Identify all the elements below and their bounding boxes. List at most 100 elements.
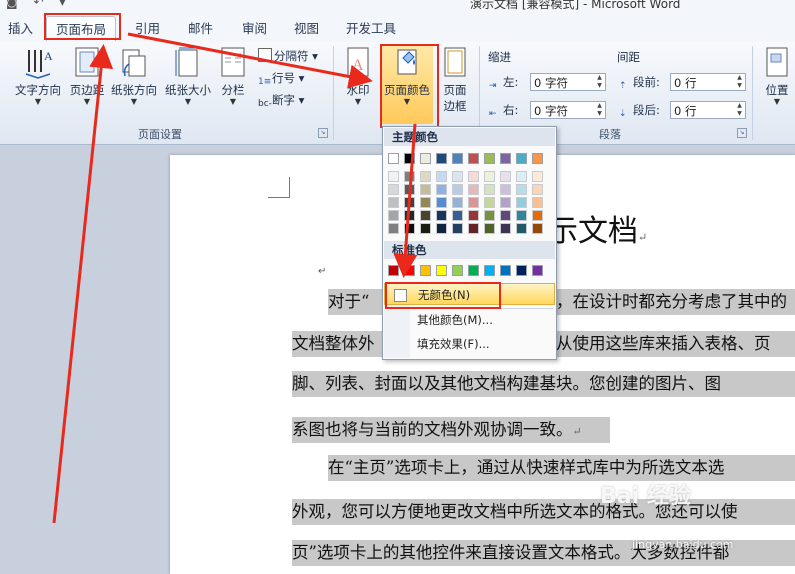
theme-shade-swatch[interactable] xyxy=(468,223,479,234)
theme-shade-swatch[interactable] xyxy=(420,223,431,234)
theme-shade-swatch[interactable] xyxy=(436,171,447,182)
standard-color-swatch[interactable] xyxy=(468,265,479,276)
tab-mailings[interactable]: 邮件 xyxy=(188,18,213,37)
line-numbers-button[interactable]: 1≡行号 ▾ xyxy=(258,70,304,89)
theme-shade-swatch[interactable] xyxy=(420,184,431,195)
theme-shade-swatch[interactable] xyxy=(500,197,511,208)
more-colors-item[interactable]: 其他颜色(M)... xyxy=(384,309,555,331)
theme-shade-swatch[interactable] xyxy=(532,223,543,234)
theme-shade-swatch[interactable] xyxy=(484,223,495,234)
text-direction-button[interactable]: A 文字方向 ▼ xyxy=(12,46,64,106)
spacing-before-input[interactable]: 0 行 ▲ ▼ xyxy=(670,73,746,91)
spin-arrows-icon[interactable]: ▲ ▼ xyxy=(595,102,604,118)
theme-color-swatch[interactable] xyxy=(388,153,399,164)
theme-shade-swatch[interactable] xyxy=(404,197,415,208)
theme-shade-swatch[interactable] xyxy=(404,184,415,195)
fill-effects-item[interactable]: 填充效果(F)... xyxy=(384,333,555,355)
spin-arrows-icon[interactable]: ▲ ▼ xyxy=(735,74,744,90)
theme-shade-swatch[interactable] xyxy=(468,197,479,208)
theme-shade-swatch[interactable] xyxy=(484,171,495,182)
standard-color-swatch[interactable] xyxy=(404,265,415,276)
theme-color-swatch[interactable] xyxy=(436,153,447,164)
theme-shade-swatch[interactable] xyxy=(388,210,399,221)
theme-shade-swatch[interactable] xyxy=(532,210,543,221)
body-line-3[interactable]: 脚、列表、封面以及其他文档构建基块。您创建的图片、图 xyxy=(292,371,795,397)
body-line-4[interactable]: 系图也将与当前的文档外观协调一致。↵ xyxy=(292,417,610,443)
margins-button[interactable]: 页边距 ▼ xyxy=(66,46,108,106)
indent-right-input[interactable]: 0 字符 ▲ ▼ xyxy=(530,101,606,119)
tab-review[interactable]: 审阅 xyxy=(242,18,267,37)
theme-shade-swatch[interactable] xyxy=(388,223,399,234)
page-borders-button[interactable]: 页面 边框 xyxy=(437,46,473,114)
standard-color-swatch[interactable] xyxy=(420,265,431,276)
theme-shade-swatch[interactable] xyxy=(436,184,447,195)
theme-shade-swatch[interactable] xyxy=(404,223,415,234)
theme-color-swatch[interactable] xyxy=(468,153,479,164)
theme-shade-swatch[interactable] xyxy=(500,184,511,195)
body-line-1a[interactable]: 对于“ xyxy=(328,289,383,315)
size-button[interactable]: 纸张大小 ▼ xyxy=(162,46,214,106)
indent-left-input[interactable]: 0 字符 ▲ ▼ xyxy=(530,73,606,91)
breaks-button[interactable]: 分隔符 ▾ xyxy=(258,48,318,64)
theme-shade-swatch[interactable] xyxy=(532,184,543,195)
spin-arrows-icon[interactable]: ▲ ▼ xyxy=(735,102,744,118)
theme-shade-swatch[interactable] xyxy=(452,223,463,234)
theme-shade-swatch[interactable] xyxy=(388,197,399,208)
position-button[interactable]: 位置 ▼ xyxy=(760,46,794,106)
spin-arrows-icon[interactable]: ▲ ▼ xyxy=(595,74,604,90)
standard-color-swatch[interactable] xyxy=(452,265,463,276)
theme-shade-swatch[interactable] xyxy=(500,223,511,234)
theme-shade-swatch[interactable] xyxy=(532,197,543,208)
theme-shade-swatch[interactable] xyxy=(388,171,399,182)
theme-shade-swatch[interactable] xyxy=(516,210,527,221)
standard-color-swatch[interactable] xyxy=(516,265,527,276)
quick-access-toolbar[interactable]: ◙ ↶ ▾ xyxy=(6,0,71,9)
hyphenation-button[interactable]: bc-断字 ▾ xyxy=(258,92,304,111)
theme-shade-swatch[interactable] xyxy=(468,184,479,195)
theme-shade-swatch[interactable] xyxy=(500,210,511,221)
theme-shade-swatch[interactable] xyxy=(516,223,527,234)
body-line-2a[interactable]: 文档整体外 xyxy=(292,331,382,357)
body-line-2b[interactable]: 从使用这些库来插入表格、页 xyxy=(556,331,795,357)
standard-color-swatch[interactable] xyxy=(388,265,399,276)
theme-shade-swatch[interactable] xyxy=(436,210,447,221)
body-line-1b[interactable]: ，在设计时都充分考虑了其中的 xyxy=(556,289,795,315)
theme-shade-swatch[interactable] xyxy=(436,223,447,234)
page-setup-launcher-icon[interactable]: ↘ xyxy=(318,128,328,138)
theme-color-swatch[interactable] xyxy=(500,153,511,164)
theme-color-swatch[interactable] xyxy=(516,153,527,164)
theme-shade-swatch[interactable] xyxy=(452,171,463,182)
watermark-button[interactable]: A 水印 ▼ xyxy=(340,46,376,106)
theme-color-swatch[interactable] xyxy=(452,153,463,164)
theme-shade-swatch[interactable] xyxy=(452,184,463,195)
paragraph-launcher-icon[interactable]: ↘ xyxy=(737,128,747,138)
tab-developer[interactable]: 开发工具 xyxy=(346,18,396,37)
theme-shade-swatch[interactable] xyxy=(452,210,463,221)
theme-color-swatch[interactable] xyxy=(404,153,415,164)
theme-shade-swatch[interactable] xyxy=(516,197,527,208)
theme-shade-swatch[interactable] xyxy=(420,197,431,208)
document-title[interactable]: 示文档↵ xyxy=(548,206,647,250)
theme-shade-swatch[interactable] xyxy=(516,184,527,195)
tab-view[interactable]: 视图 xyxy=(294,18,319,37)
theme-shade-swatch[interactable] xyxy=(484,197,495,208)
theme-shade-swatch[interactable] xyxy=(404,171,415,182)
theme-shade-swatch[interactable] xyxy=(516,171,527,182)
standard-color-swatch[interactable] xyxy=(500,265,511,276)
theme-shade-swatch[interactable] xyxy=(468,210,479,221)
body-line-5[interactable]: 在“主页”选项卡上，通过从快速样式库中为所选文本选 xyxy=(328,455,795,481)
theme-shade-swatch[interactable] xyxy=(388,184,399,195)
theme-color-swatch[interactable] xyxy=(484,153,495,164)
theme-shade-swatch[interactable] xyxy=(468,171,479,182)
theme-shade-swatch[interactable] xyxy=(420,210,431,221)
orientation-button[interactable]: 纸张方向 ▼ xyxy=(108,46,160,106)
theme-shade-swatch[interactable] xyxy=(500,171,511,182)
theme-shade-swatch[interactable] xyxy=(404,210,415,221)
spacing-after-input[interactable]: 0 行 ▲ ▼ xyxy=(670,101,746,119)
standard-color-swatch[interactable] xyxy=(532,265,543,276)
tab-insert[interactable]: 插入 xyxy=(8,18,33,37)
theme-shade-swatch[interactable] xyxy=(420,171,431,182)
theme-shade-swatch[interactable] xyxy=(484,210,495,221)
columns-button[interactable]: 分栏 ▼ xyxy=(216,46,250,106)
standard-color-swatch[interactable] xyxy=(484,265,495,276)
